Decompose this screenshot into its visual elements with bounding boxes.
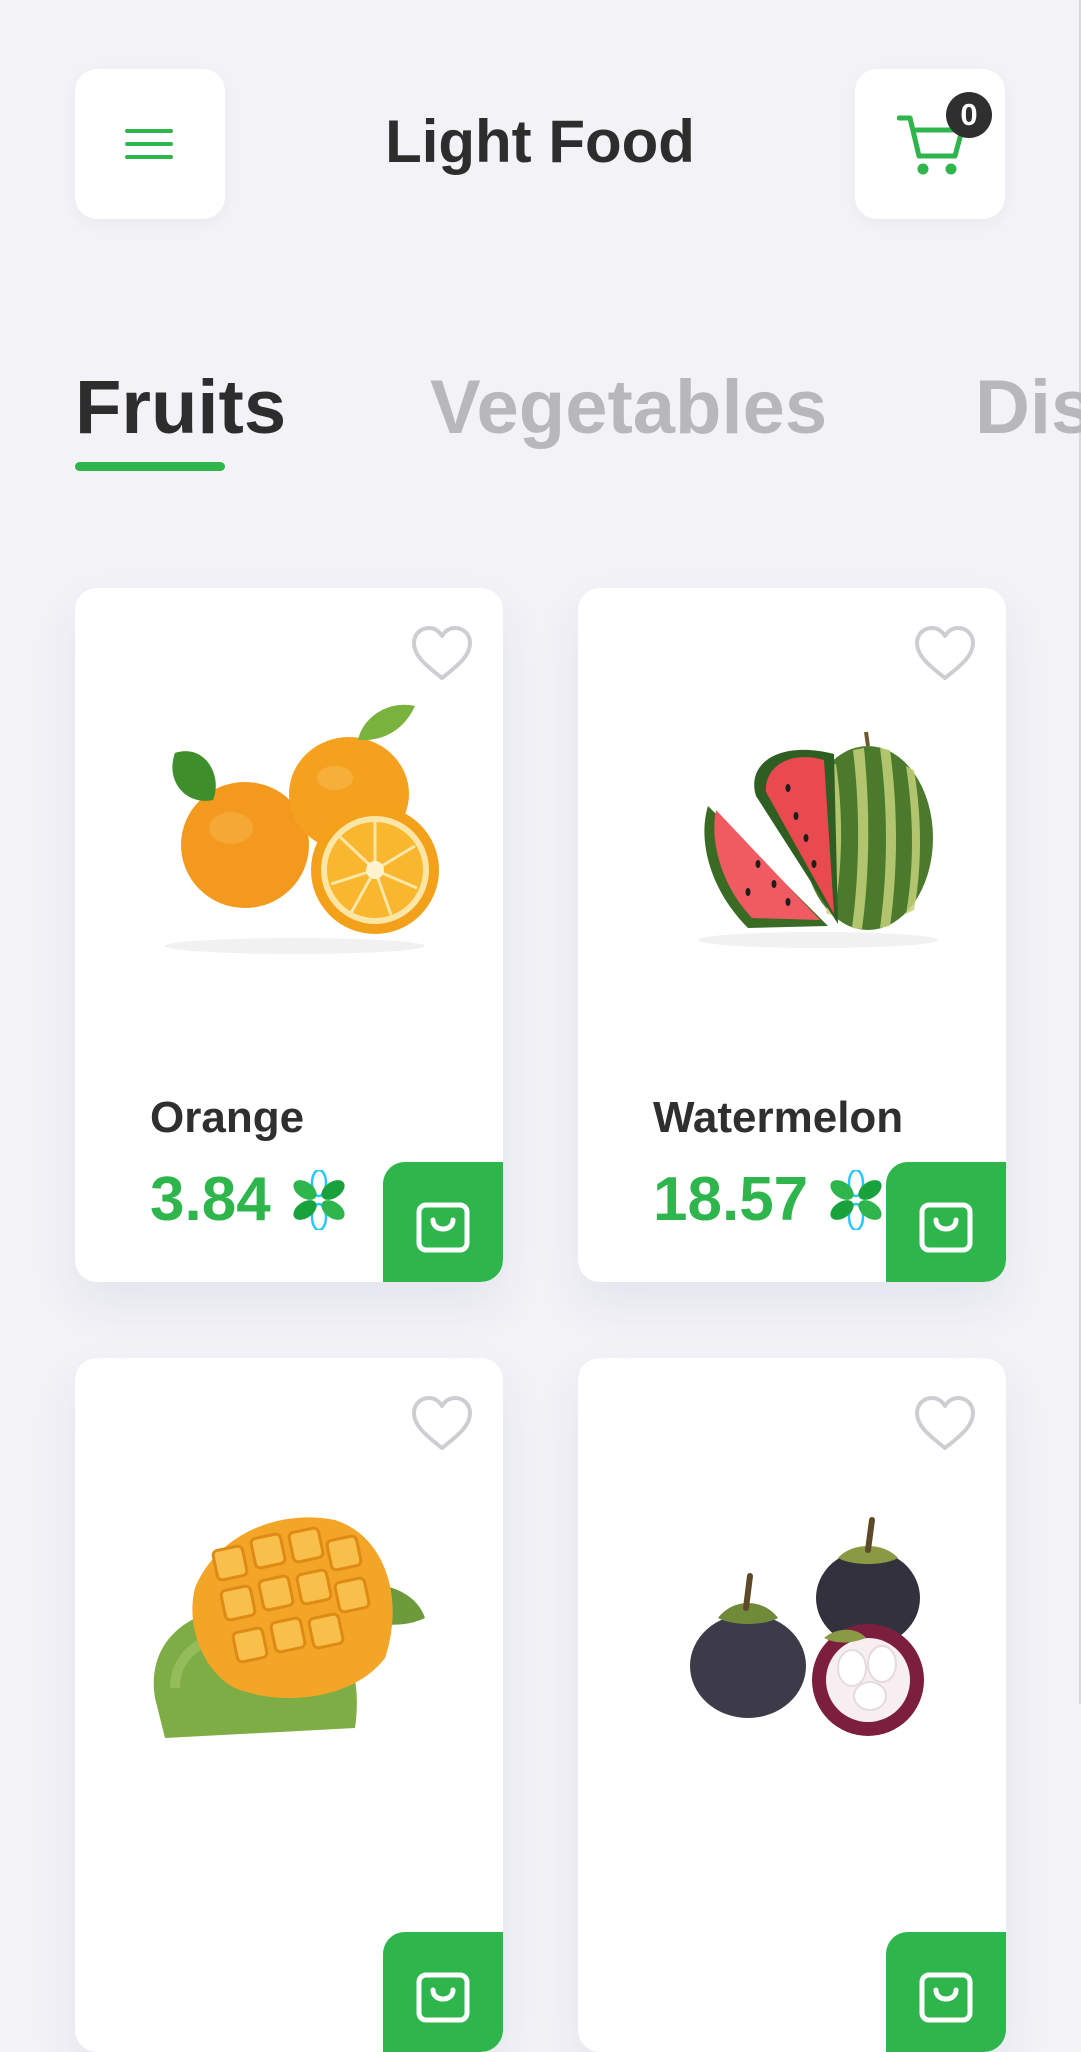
add-to-cart-button[interactable]	[886, 1162, 1006, 1282]
product-card-watermelon[interactable]: Watermelon 18.57	[578, 588, 1006, 1282]
product-price: 18.57	[653, 1165, 809, 1234]
tab-fruits[interactable]: Fruits	[75, 350, 286, 466]
app-title: Light Food	[385, 108, 695, 175]
menu-button[interactable]	[75, 69, 225, 219]
heart-icon[interactable]	[410, 624, 474, 682]
watermelon-image	[698, 731, 938, 948]
add-to-cart-button[interactable]	[383, 1932, 503, 2052]
orange-image	[165, 704, 439, 954]
cart-count-badge: 0	[946, 92, 992, 138]
heart-icon[interactable]	[410, 1394, 474, 1452]
category-tabs: Fruits Vegetables Dis	[0, 350, 1081, 480]
price-row: 18.57	[653, 1160, 884, 1240]
menu-icon	[125, 129, 173, 159]
product-card-orange[interactable]: Orange 3.84	[75, 588, 503, 1282]
add-to-cart-button[interactable]	[383, 1162, 503, 1282]
shopping-bag-icon	[416, 1972, 470, 2023]
product-price: 3.84	[150, 1165, 271, 1234]
shopping-bag-icon	[919, 1972, 973, 2023]
shopping-bag-icon	[416, 1202, 470, 1253]
add-to-cart-button[interactable]	[886, 1932, 1006, 2052]
mangosteen-image	[690, 1517, 924, 1736]
tab-dishes[interactable]: Dis	[975, 350, 1081, 466]
tab-vegetables[interactable]: Vegetables	[430, 350, 827, 466]
heart-icon[interactable]	[913, 1394, 977, 1452]
price-row: 3.84	[150, 1160, 347, 1240]
product-name: Watermelon	[653, 1093, 904, 1142]
cart-button[interactable]: 0	[855, 69, 1005, 219]
shopping-bag-icon	[919, 1202, 973, 1253]
mango-image	[153, 1517, 425, 1738]
heart-icon[interactable]	[913, 624, 977, 682]
leaf-currency-icon	[293, 1170, 345, 1230]
product-card-mango[interactable]	[75, 1358, 503, 2052]
product-name: Orange	[150, 1093, 305, 1142]
product-card-mangosteen[interactable]	[578, 1358, 1006, 2052]
active-tab-indicator	[75, 462, 225, 471]
leaf-currency-icon	[830, 1170, 882, 1230]
